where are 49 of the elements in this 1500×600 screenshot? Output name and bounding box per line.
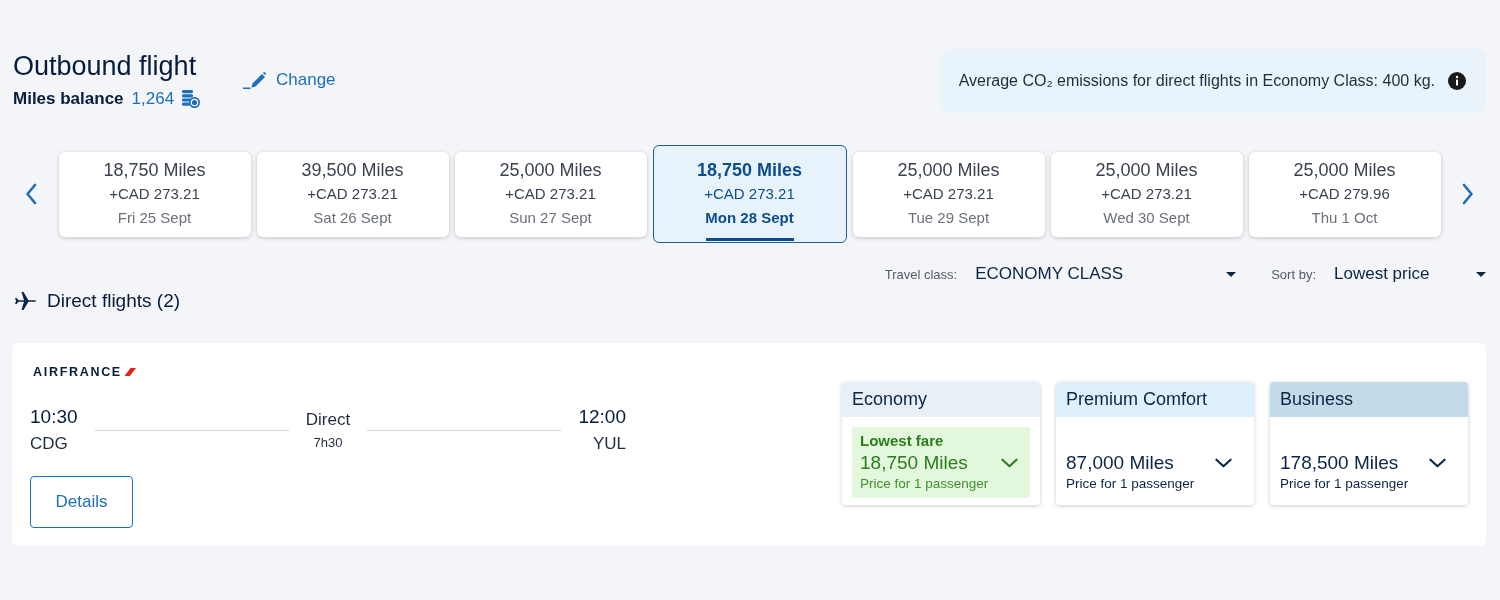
stops-label: Direct xyxy=(305,408,351,431)
fare-header: Business xyxy=(1270,382,1468,417)
travel-class-label: Travel class: xyxy=(884,266,958,282)
chevron-left-icon xyxy=(24,183,37,205)
miles-balance-label: Miles balance xyxy=(13,89,124,109)
date-option[interactable]: 39,500 Miles +CAD 273.21 Sat 26 Sept xyxy=(256,151,449,237)
date-option[interactable]: 18,750 Miles +CAD 273.21 Fri 25 Sept xyxy=(58,151,251,237)
travel-class-dropdown[interactable]: ECONOMY CLASS xyxy=(975,262,1237,286)
caret-icon xyxy=(1476,271,1486,277)
sort-by-label: Sort by: xyxy=(1271,266,1316,282)
fare-miles: 87,000 Miles xyxy=(1066,451,1174,475)
page-title: Outbound flight xyxy=(13,51,197,82)
fare-miles: 178,500 Miles xyxy=(1280,451,1399,475)
departure-airport: CDG xyxy=(30,433,68,455)
fare-note: Price for 1 passenger xyxy=(1280,475,1410,493)
chevron-right-icon xyxy=(1462,183,1475,205)
arrival-time: 12:00 xyxy=(578,405,626,429)
caret-icon xyxy=(1226,271,1237,277)
details-button[interactable]: Details xyxy=(30,476,133,528)
lowest-fare-label: Lowest fare xyxy=(860,431,945,451)
airplane-icon xyxy=(15,292,36,310)
fare-note: Price for 1 passenger xyxy=(1066,475,1196,493)
arrival-airport: YUL xyxy=(592,433,626,455)
date-option[interactable]: 25,000 Miles +CAD 273.21 Tue 29 Sept xyxy=(852,151,1045,237)
results-heading: Direct flights (2) xyxy=(47,290,181,312)
slash-icon xyxy=(123,368,136,376)
chevron-down-icon xyxy=(1429,458,1446,468)
departure-time: 10:30 xyxy=(30,405,78,429)
chevron-down-icon xyxy=(1215,458,1232,468)
date-option[interactable]: 25,000 Miles +CAD 273.21 Wed 30 Sept xyxy=(1050,151,1243,237)
coins-icon xyxy=(182,90,201,108)
date-option[interactable]: 25,000 Miles +CAD 273.21 Sun 27 Sept xyxy=(454,151,647,237)
sort-by-dropdown[interactable]: Lowest price xyxy=(1334,262,1486,286)
info-icon xyxy=(1448,72,1466,90)
miles-balance-value: 1,264 xyxy=(131,89,175,109)
expand-fare-button[interactable] xyxy=(1429,458,1446,468)
airline-wordmark: AIRFRANCE xyxy=(33,366,122,378)
flight-duration: 7h30 xyxy=(313,433,343,452)
date-option[interactable]: 18,750 Miles +CAD 273.21 Mon 28 Sept xyxy=(652,145,847,243)
fare-miles: 18,750 Miles xyxy=(860,451,968,475)
expand-fare-button[interactable] xyxy=(1215,458,1232,468)
fare-note: Price for 1 passenger xyxy=(860,475,990,493)
fare-header: Premium Comfort xyxy=(1056,382,1254,417)
emissions-text: Average CO₂ emissions for direct flights in Economy Class: 400 kg. xyxy=(958,72,1435,90)
chevron-down-icon xyxy=(1001,458,1018,468)
date-option[interactable]: 25,000 Miles +CAD 279.96 Thu 1 Oct xyxy=(1248,151,1441,237)
fare-header: Economy xyxy=(842,382,1040,417)
change-link[interactable]: Change xyxy=(243,69,336,91)
pencil-icon xyxy=(243,71,267,89)
